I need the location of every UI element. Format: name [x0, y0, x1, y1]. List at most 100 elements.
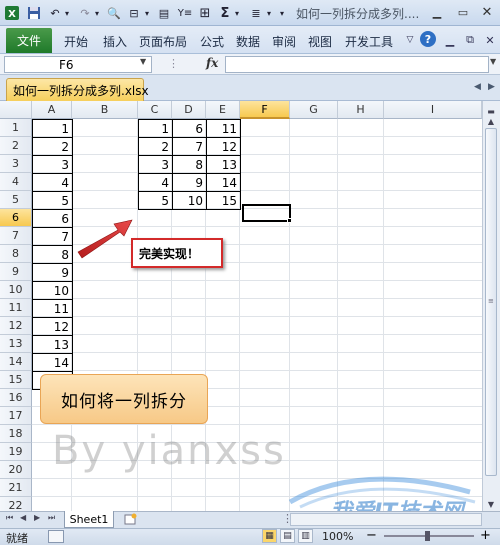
- row-header-5[interactable]: 5: [0, 191, 32, 209]
- row-header-1[interactable]: 1: [0, 119, 32, 137]
- cell-c4[interactable]: 4: [138, 173, 173, 192]
- zoom-out-icon[interactable]: −: [366, 528, 377, 543]
- row-header-3[interactable]: 3: [0, 155, 32, 173]
- row-header-14[interactable]: 14: [0, 353, 32, 371]
- insert-sheet-icon[interactable]: [124, 513, 138, 525]
- tab-scroll-right-icon[interactable]: ▶: [488, 82, 495, 92]
- tab-scroll-left-icon[interactable]: ◀: [474, 82, 481, 92]
- column-header-i[interactable]: I: [384, 101, 482, 119]
- row-header-16[interactable]: 16: [0, 389, 32, 407]
- row-header-21[interactable]: 21: [0, 479, 32, 497]
- cell-a2[interactable]: 2: [32, 137, 73, 156]
- macro-record-icon[interactable]: [48, 530, 64, 543]
- row-header-6[interactable]: 6: [0, 209, 32, 227]
- autosum-dropdown-icon[interactable]: ▾: [232, 4, 242, 22]
- tab-insert[interactable]: 插入: [103, 33, 127, 50]
- undo-dropdown-icon[interactable]: ▾: [62, 4, 72, 22]
- column-header-d[interactable]: D: [172, 101, 206, 119]
- fill-handle[interactable]: [287, 218, 292, 223]
- cell-a9[interactable]: 9: [32, 263, 73, 282]
- row-header-20[interactable]: 20: [0, 461, 32, 479]
- tab-view[interactable]: 视图: [308, 33, 332, 50]
- cell-a1[interactable]: 1: [32, 119, 73, 138]
- row-header-10[interactable]: 10: [0, 281, 32, 299]
- doc-minimize-icon[interactable]: ▁: [442, 32, 458, 48]
- name-box-dropdown-icon[interactable]: ▼: [140, 57, 146, 66]
- row-header-7[interactable]: 7: [0, 227, 32, 245]
- tab-page-layout[interactable]: 页面布局: [139, 33, 187, 50]
- page-break-view-icon[interactable]: ▥: [298, 529, 313, 543]
- undo-icon[interactable]: ↶: [48, 4, 62, 22]
- column-header-c[interactable]: C: [138, 101, 172, 119]
- normal-view-icon[interactable]: ▦: [262, 529, 277, 543]
- cell-d3[interactable]: 8: [172, 155, 207, 174]
- zoom-level[interactable]: 100%: [322, 530, 353, 543]
- row-header-8[interactable]: 8: [0, 245, 32, 263]
- first-sheet-icon[interactable]: ⏮: [6, 513, 13, 523]
- cell-a10[interactable]: 10: [32, 281, 73, 300]
- cell-e1[interactable]: 11: [206, 119, 241, 138]
- cell-a4[interactable]: 4: [32, 173, 73, 192]
- scroll-down-icon[interactable]: ▼: [484, 497, 498, 511]
- camera-icon[interactable]: ▤: [156, 4, 172, 22]
- row-header-2[interactable]: 2: [0, 137, 32, 155]
- save-icon[interactable]: [26, 4, 42, 22]
- column-header-g[interactable]: G: [290, 101, 338, 119]
- customize-toolbar-icon[interactable]: ▾: [276, 4, 288, 22]
- tab-home[interactable]: 开始: [64, 33, 88, 50]
- scroll-up-icon[interactable]: ▲: [484, 114, 498, 128]
- redo-icon[interactable]: ↷: [78, 4, 92, 22]
- column-header-b[interactable]: B: [72, 101, 138, 119]
- cell-d4[interactable]: 9: [172, 173, 207, 192]
- column-header-e[interactable]: E: [206, 101, 240, 119]
- column-header-a[interactable]: A: [32, 101, 72, 119]
- cell-a8[interactable]: 8: [32, 245, 73, 264]
- cell-d5[interactable]: 10: [172, 191, 207, 210]
- zoom-slider-knob[interactable]: [425, 531, 430, 541]
- redo-dropdown-icon[interactable]: ▾: [92, 4, 102, 22]
- formula-input[interactable]: [225, 56, 489, 73]
- row-header-9[interactable]: 9: [0, 263, 32, 281]
- filter-icon[interactable]: Y≡: [176, 4, 194, 22]
- page-layout-view-icon[interactable]: ▤: [280, 529, 295, 543]
- tab-review[interactable]: 审阅: [272, 33, 296, 50]
- column-header-f[interactable]: F: [240, 101, 290, 119]
- prev-sheet-icon[interactable]: ◀: [20, 513, 26, 522]
- zoom-in-icon[interactable]: +: [480, 528, 491, 543]
- minimize-icon[interactable]: ▁: [426, 4, 448, 21]
- cell-c1[interactable]: 1: [138, 119, 173, 138]
- cell-d1[interactable]: 6: [172, 119, 207, 138]
- expand-formula-bar-icon[interactable]: ▼: [490, 57, 496, 66]
- workbook-tab[interactable]: 如何一列拆分成多列.xlsx: [6, 78, 149, 101]
- format-dropdown-icon[interactable]: ▾: [142, 4, 152, 22]
- row-header-12[interactable]: 12: [0, 317, 32, 335]
- row-header-18[interactable]: 18: [0, 425, 32, 443]
- cell-a12[interactable]: 12: [32, 317, 73, 336]
- tab-data[interactable]: 数据: [236, 33, 260, 50]
- cell-a7[interactable]: 7: [32, 227, 73, 246]
- doc-close-icon[interactable]: ✕: [482, 32, 498, 48]
- row-header-19[interactable]: 19: [0, 443, 32, 461]
- cell-a5[interactable]: 5: [32, 191, 73, 210]
- cell-c3[interactable]: 3: [138, 155, 173, 174]
- row-header-15[interactable]: 15: [0, 371, 32, 389]
- row-header-13[interactable]: 13: [0, 335, 32, 353]
- cell-a6[interactable]: 6: [32, 209, 73, 228]
- row-header-17[interactable]: 17: [0, 407, 32, 425]
- borders-icon[interactable]: ⊞: [198, 4, 212, 22]
- excel-logo-icon[interactable]: X: [4, 4, 20, 22]
- help-button[interactable]: ?: [420, 31, 436, 47]
- tab-developer[interactable]: 开发工具: [345, 33, 393, 50]
- cell-c2[interactable]: 2: [138, 137, 173, 156]
- autosum-icon[interactable]: Σ: [218, 4, 232, 22]
- active-cell-f6[interactable]: [242, 204, 291, 222]
- column-header-h[interactable]: H: [338, 101, 384, 119]
- tab-file[interactable]: 文件: [6, 28, 52, 53]
- close-icon[interactable]: ✕: [476, 4, 498, 21]
- row-header-11[interactable]: 11: [0, 299, 32, 317]
- cell-a11[interactable]: 11: [32, 299, 73, 318]
- cell-e3[interactable]: 13: [206, 155, 241, 174]
- horizontal-scrollbar[interactable]: [290, 513, 482, 526]
- cell-a3[interactable]: 3: [32, 155, 73, 174]
- format-painter-icon[interactable]: ⊟: [126, 4, 142, 22]
